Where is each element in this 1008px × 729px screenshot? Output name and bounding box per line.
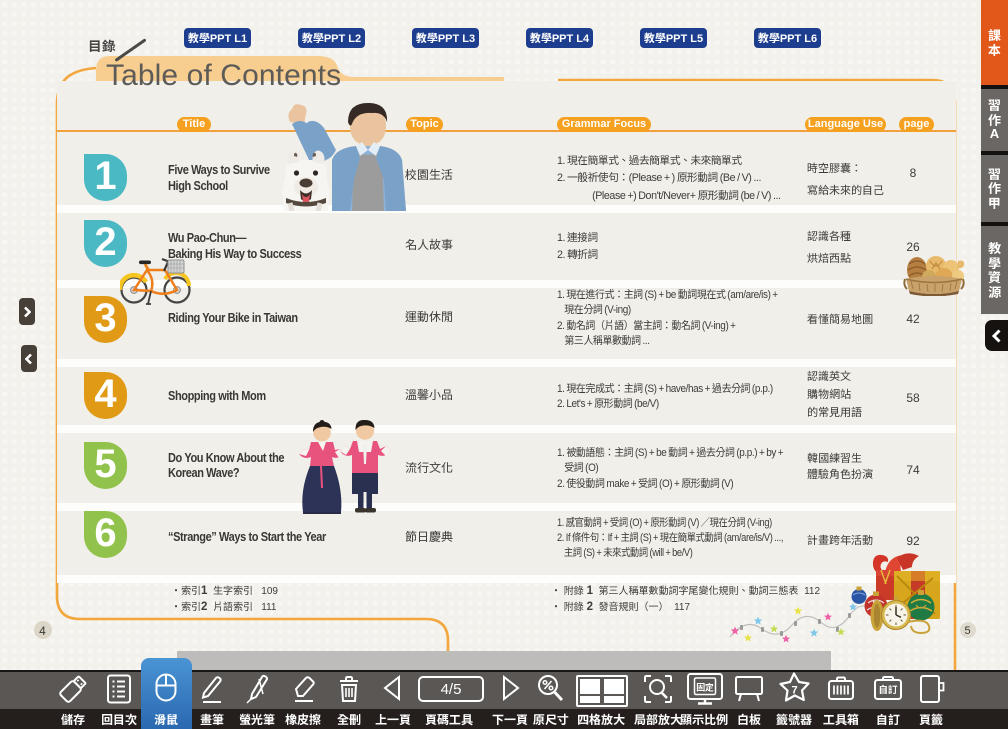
svg-text:7: 7 bbox=[791, 685, 797, 697]
svg-text:自訂: 自訂 bbox=[878, 682, 898, 696]
svg-text:固定: 固定 bbox=[696, 681, 715, 694]
